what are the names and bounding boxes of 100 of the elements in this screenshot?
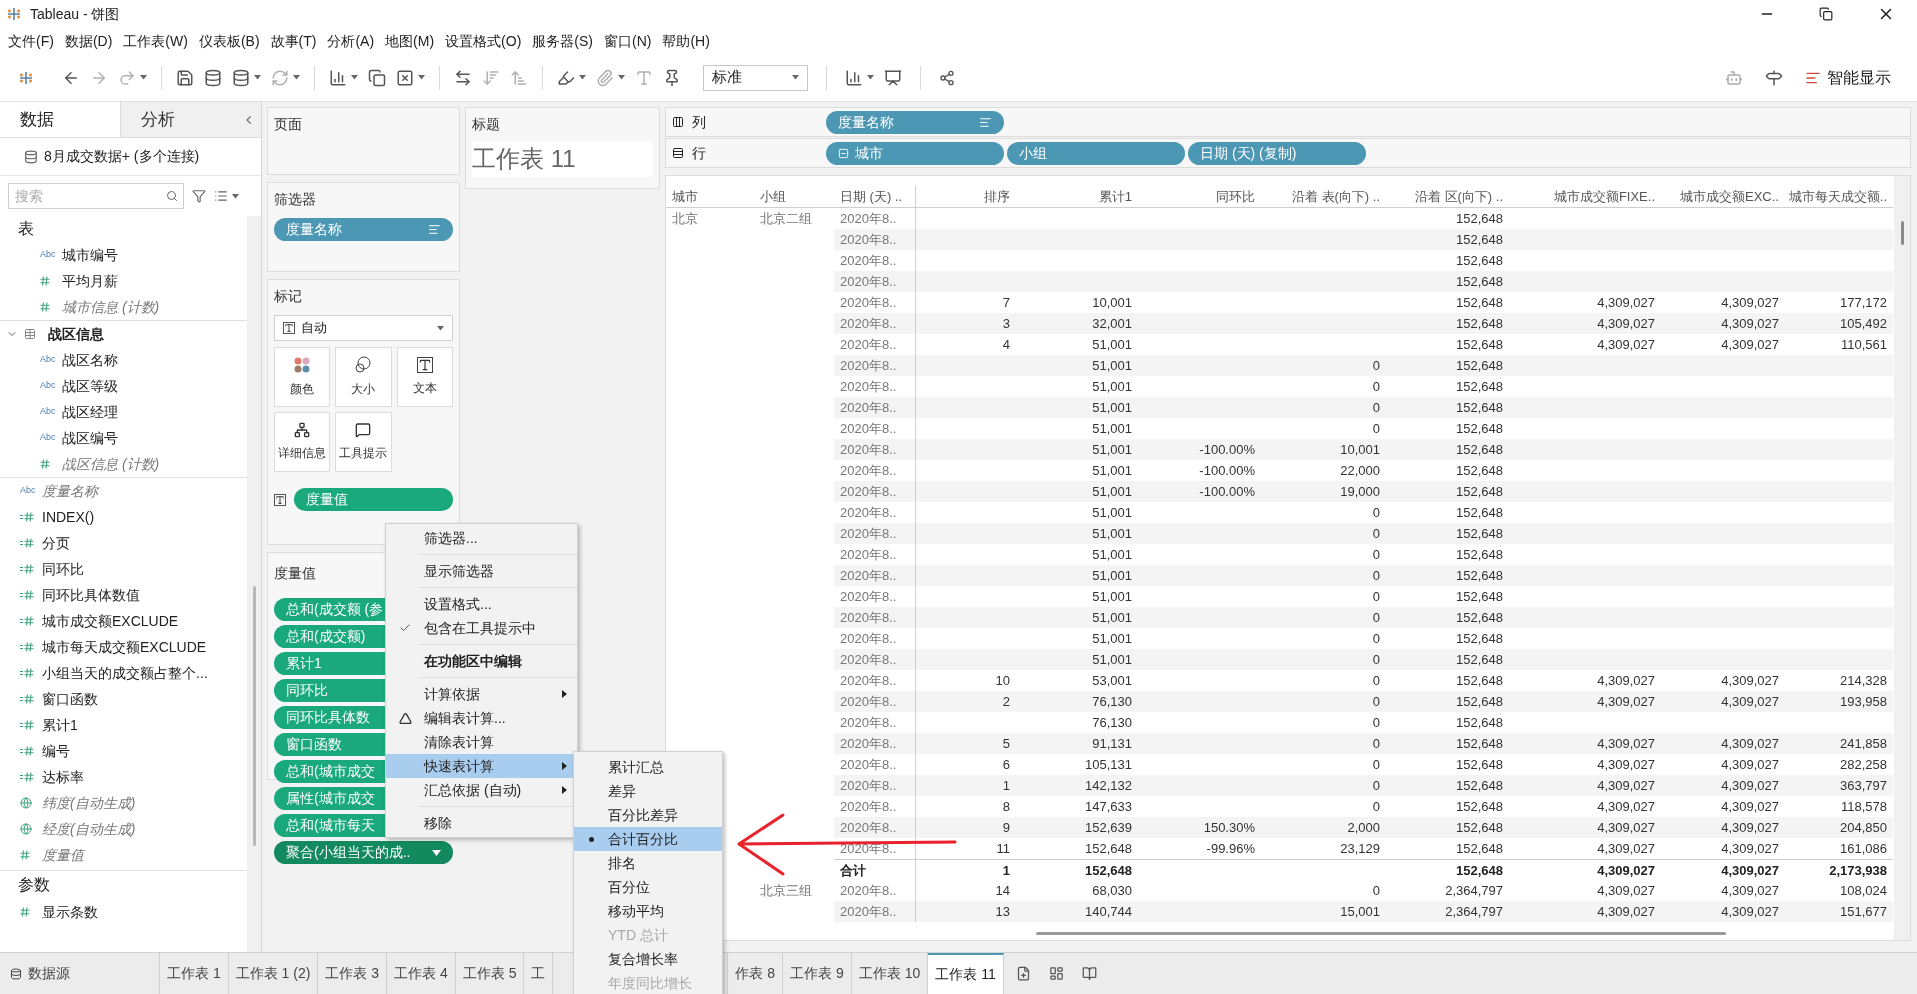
restore-icon[interactable]: [1819, 7, 1833, 21]
field-item[interactable]: INDEX(): [42, 506, 95, 528]
pin-icon[interactable]: [663, 68, 681, 87]
field-item[interactable]: 显示条数: [42, 901, 98, 923]
marks-button[interactable]: 大小: [335, 347, 392, 407]
table-cell-text: 8: [1002, 797, 1010, 816]
menu-item[interactable]: 分析(A): [323, 30, 379, 52]
table-cell-text: 0: [1372, 503, 1380, 522]
show-me-button[interactable]: 智能显示: [1805, 65, 1899, 90]
marks-button[interactable]: 颜色: [274, 347, 331, 407]
field-item[interactable]: 战区等级: [62, 375, 118, 397]
menu-item[interactable]: 复合增长率: [574, 947, 722, 971]
field-item[interactable]: 累计1: [42, 714, 78, 736]
menu-item[interactable]: 百分位: [574, 875, 722, 899]
column-header[interactable]: 累计1: [1098, 186, 1132, 207]
field-item[interactable]: 战区编号: [62, 427, 118, 449]
highlighter-icon[interactable]: [557, 68, 575, 87]
field-item[interactable]: 达标率: [42, 766, 84, 788]
table-cell-text: 2020年8..: [840, 293, 897, 312]
sheet-tab[interactable]: 工作表 11: [928, 953, 1004, 994]
menu-item[interactable]: 百分比差异: [574, 803, 722, 827]
menu-item[interactable]: 地图(M): [381, 30, 439, 52]
new-story-icon[interactable]: [1081, 966, 1097, 981]
field-item[interactable]: 城市每天成交额EXCLUDE: [42, 636, 207, 658]
field-item[interactable]: 经度(自动生成): [42, 818, 136, 840]
menu-item[interactable]: 设置格式(O): [441, 30, 526, 52]
field-item[interactable]: 战区信息 (计数): [62, 453, 160, 475]
menu-item[interactable]: 窗口(N): [600, 30, 656, 52]
menu-item[interactable]: 仪表板(B): [194, 30, 264, 52]
field-item[interactable]: 分页: [42, 532, 70, 554]
filter-icon[interactable]: [192, 189, 206, 203]
database-icon[interactable]: [232, 68, 250, 87]
chart-icon[interactable]: [845, 68, 863, 87]
menu-item[interactable]: 故事(T): [266, 30, 321, 52]
field-pill[interactable]: 聚合(小组当天的成..: [274, 841, 453, 864]
field-item[interactable]: 城市成交额EXCLUDE: [42, 610, 179, 632]
search-field[interactable]: 搜索: [8, 183, 184, 209]
clear-icon[interactable]: [396, 68, 414, 87]
marks-button[interactable]: 工具提示: [335, 412, 392, 472]
pane-tab[interactable]: 数据: [0, 102, 121, 137]
field-item[interactable]: 纬度(自动生成): [42, 792, 136, 814]
scrollbar-thumb[interactable]: [1036, 931, 1726, 935]
menu-item[interactable]: 文件(F): [4, 30, 58, 52]
paperclip-icon[interactable]: [596, 68, 614, 87]
new-sheet-icon[interactable]: [1015, 966, 1031, 981]
menu-item[interactable]: 服务器(S): [528, 30, 597, 52]
table-cell-text: 7: [1002, 293, 1010, 312]
save-icon[interactable]: [176, 68, 194, 87]
menu-item[interactable]: 差异: [574, 779, 722, 803]
share-icon[interactable]: [939, 69, 955, 86]
column-header[interactable]: 沿着 表(向下) ..: [1291, 186, 1380, 207]
shelf[interactable]: 列 度量名称: [665, 107, 1911, 137]
field-item[interactable]: 编号: [42, 740, 70, 762]
marks-button[interactable]: 文本: [396, 347, 453, 407]
column-header[interactable]: 沿着 区(向下) ..: [1414, 186, 1503, 207]
column-header[interactable]: 城市每天成交额..: [1788, 186, 1887, 207]
field-item[interactable]: 平均月薪: [62, 270, 118, 292]
column-header[interactable]: 城市成交额EXC..: [1680, 186, 1779, 207]
duplicate-icon[interactable]: [368, 68, 386, 87]
menu-item[interactable]: 筛选器...: [386, 526, 577, 550]
fit-dropdown[interactable]: 标准: [703, 64, 808, 91]
menu-item[interactable]: 合计百分比: [574, 827, 722, 851]
menu-item[interactable]: 累计汇总: [574, 755, 722, 779]
field-item[interactable]: 度量值: [42, 844, 84, 866]
field-item[interactable]: 窗口函数: [42, 688, 98, 710]
field-item[interactable]: 城市编号: [62, 244, 118, 266]
menu-item[interactable]: 显示筛选器: [386, 559, 577, 583]
field-item[interactable]: 同环比: [42, 558, 84, 580]
column-header[interactable]: 排序: [984, 186, 1010, 207]
scrollbar-thumb[interactable]: [1900, 221, 1904, 245]
table-name[interactable]: 战区信息: [48, 323, 104, 345]
chart-icon[interactable]: [329, 68, 347, 87]
column-header[interactable]: 同环比: [1216, 186, 1255, 207]
field-item[interactable]: 同环比具体数值: [42, 584, 140, 606]
field-item[interactable]: 城市信息 (计数): [62, 296, 160, 318]
connection-name[interactable]: 8月成交数据+ (多个连接): [44, 146, 200, 167]
field-item[interactable]: 战区名称: [62, 349, 118, 371]
marks-button[interactable]: 详细信息: [274, 412, 331, 472]
new-dashboard-icon[interactable]: [1048, 966, 1064, 981]
list-view-icon[interactable]: [214, 189, 228, 203]
column-header[interactable]: 城市: [672, 186, 698, 207]
signpost-icon[interactable]: [1765, 68, 1783, 87]
field-item[interactable]: 小组当天的成交额占整个...: [42, 662, 208, 684]
menu-item[interactable]: 数据(D): [60, 30, 117, 52]
presentation-icon[interactable]: [884, 68, 902, 87]
field-item[interactable]: 度量名称: [42, 480, 98, 502]
scrollbar-thumb[interactable]: [252, 586, 256, 846]
menu-item[interactable]: 移动平均: [574, 899, 722, 923]
menu-item[interactable]: 帮助(H): [658, 30, 714, 52]
column-header[interactable]: 小组: [760, 186, 786, 207]
card-heading: 筛选器: [274, 190, 316, 209]
menu-item[interactable]: 工作表(W): [119, 30, 192, 52]
field-item[interactable]: 战区经理: [62, 401, 118, 423]
column-header[interactable]: 日期 (天) ..: [840, 186, 903, 207]
database-icon[interactable]: [204, 68, 222, 87]
mark-type-dropdown[interactable]: 自动: [274, 315, 453, 341]
column-header[interactable]: 城市成交额FIXE..: [1553, 186, 1655, 207]
table-cell-text: 4,309,027: [1721, 797, 1779, 816]
menu-item[interactable]: 排名: [574, 851, 722, 875]
swap-icon[interactable]: [454, 68, 472, 87]
